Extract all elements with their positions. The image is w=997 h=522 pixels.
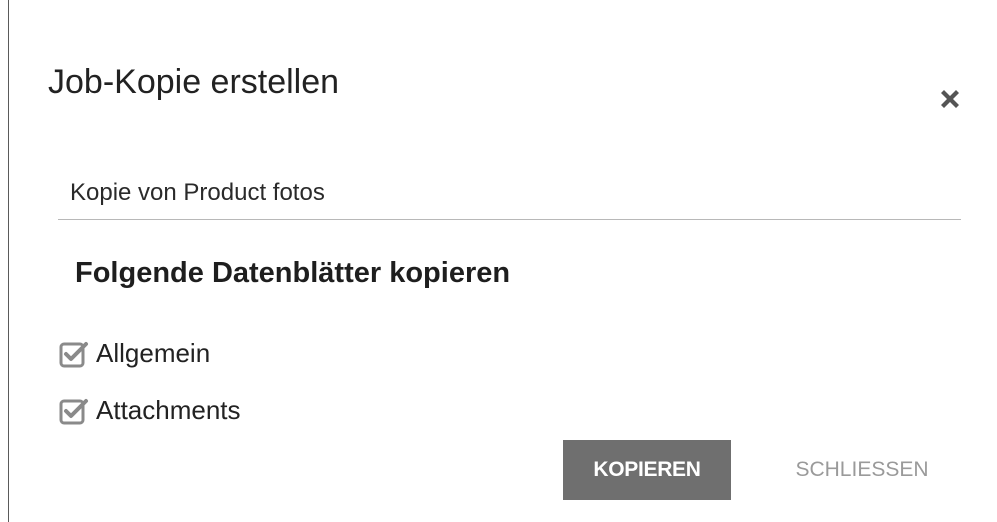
datasheets-heading: Folgende Datenblätter kopieren (75, 257, 511, 289)
close-button[interactable]: SCHLIESSEN (762, 440, 962, 500)
job-name-input[interactable] (58, 166, 961, 220)
checkbox-label: Attachments (96, 394, 241, 425)
checkbox-attachments[interactable]: Attachments (58, 393, 241, 427)
dialog-left-border (8, 0, 9, 522)
close-icon[interactable] (935, 84, 965, 114)
copy-button[interactable]: KOPIEREN (563, 440, 731, 500)
checkbox-allgemein[interactable]: Allgemein (58, 336, 210, 370)
checkbox-checked-icon[interactable] (58, 393, 92, 427)
dialog-title: Job-Kopie erstellen (48, 63, 340, 101)
checkbox-label: Allgemein (96, 337, 211, 368)
copy-job-dialog: Job-Kopie erstellen Folgende Datenblätte… (0, 0, 997, 522)
checkbox-checked-icon[interactable] (58, 336, 92, 370)
